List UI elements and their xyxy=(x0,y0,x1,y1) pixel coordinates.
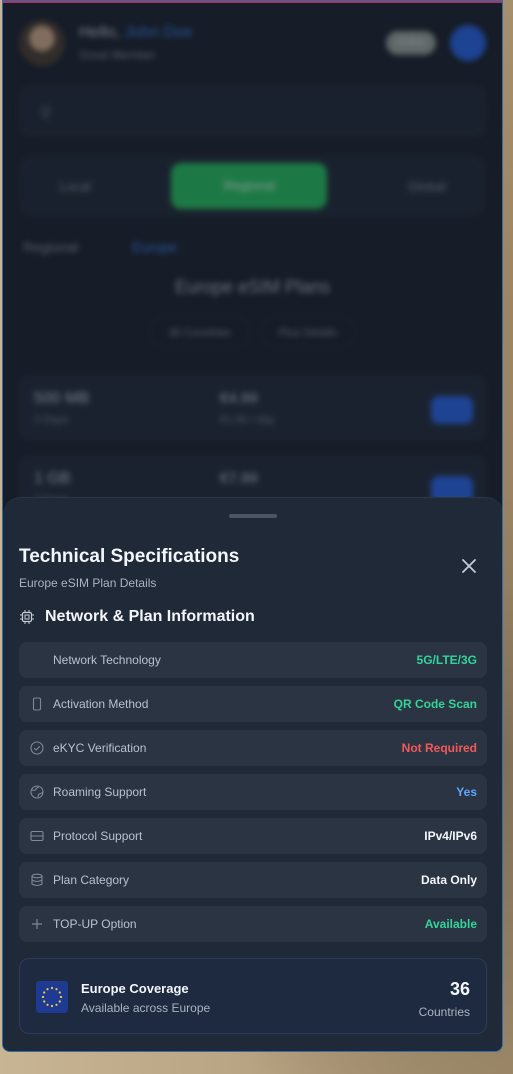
coverage-unit: Countries xyxy=(418,1005,470,1019)
app-window: Hello, John Doe Good Member Online ⚲ Loc… xyxy=(2,0,503,1052)
spec-label: Roaming Support xyxy=(53,785,147,799)
plan-days: 3 Days xyxy=(34,414,69,426)
plan-price: €7.99 xyxy=(220,470,258,487)
technical-specs-sheet: Technical Specifications Europe eSIM Pla… xyxy=(3,497,502,1051)
breadcrumb: Regional Europe xyxy=(23,239,177,255)
network-icon xyxy=(29,652,45,668)
tab-local[interactable]: Local xyxy=(59,179,90,194)
spec-value: Data Only xyxy=(420,873,477,887)
breadcrumb-current: Europe xyxy=(132,239,178,255)
close-button[interactable] xyxy=(457,554,481,578)
plan-data: 1 GB xyxy=(34,470,71,487)
notification-button[interactable] xyxy=(450,25,486,61)
status-pill: Online xyxy=(386,31,436,55)
spec-value: IPv4/IPv6 xyxy=(424,829,477,843)
spec-label: eKYC Verification xyxy=(53,741,147,755)
spec-row-roaming-support: Roaming Support Yes xyxy=(19,774,487,810)
coverage-card: Europe Coverage Available across Europe … xyxy=(19,958,487,1034)
plan-data: 500 MB xyxy=(34,390,90,407)
spec-label: Activation Method xyxy=(53,697,149,711)
spec-row-ekyc-verification: eKYC Verification Not Required xyxy=(19,730,487,766)
greeting: Hello, John Doe Good Member xyxy=(79,24,193,62)
chip-countries[interactable]: 36 Countries xyxy=(149,315,250,349)
coverage-subtitle: Available across Europe xyxy=(81,1001,211,1015)
spec-row-activation-method: Activation Method QR Code Scan xyxy=(19,686,487,722)
search-bar[interactable]: ⚲ xyxy=(19,85,486,137)
spec-value: Yes xyxy=(456,785,477,799)
coverage-count: 36 xyxy=(449,979,470,999)
tab-global[interactable]: Global xyxy=(408,179,446,194)
buy-button[interactable] xyxy=(431,396,473,424)
chip-icon xyxy=(20,610,34,624)
breadcrumb-parent[interactable]: Regional xyxy=(23,239,78,255)
server-icon xyxy=(29,828,45,844)
spec-label: Plan Category xyxy=(53,873,130,887)
member-status: Good Member xyxy=(79,48,156,62)
plan-price: €4.99 xyxy=(220,390,258,407)
section-title: Network & Plan Information xyxy=(45,608,255,625)
spec-row-protocol-support: Protocol Support IPv4/IPv6 xyxy=(19,818,487,854)
eu-flag-icon xyxy=(36,981,68,1013)
spec-row-plan-category: Plan Category Data Only xyxy=(19,862,487,898)
tab-regional[interactable]: Regional xyxy=(171,163,328,209)
globe-icon xyxy=(29,784,45,800)
plans-title: Europe eSIM Plans xyxy=(174,277,331,297)
database-icon xyxy=(29,872,45,888)
spec-value: QR Code Scan xyxy=(393,697,477,711)
plan-per-day: €1.66 / day xyxy=(220,414,275,426)
phone-icon xyxy=(29,696,45,712)
close-icon xyxy=(462,559,476,573)
drag-handle[interactable] xyxy=(229,514,277,518)
region-tabs: Local Regional Global xyxy=(19,155,486,217)
section-header: Network & Plan Information xyxy=(19,608,255,626)
spec-row-network-technology: Network Technology 5G/LTE/3G xyxy=(19,642,487,678)
plus-icon xyxy=(29,916,45,932)
spec-value: Not Required xyxy=(401,741,477,755)
sheet-subtitle: Europe eSIM Plan Details xyxy=(19,576,157,590)
check-circle-icon xyxy=(29,740,45,756)
greeting-prefix: Hello, xyxy=(79,24,120,41)
plan-card[interactable]: 500 MB 3 Days €4.99 €1.66 / day xyxy=(19,375,486,441)
chip-details[interactable]: Plus Details xyxy=(259,315,356,349)
spec-value: 5G/LTE/3G xyxy=(416,653,477,667)
spec-row-topup-option: TOP-UP Option Available xyxy=(19,906,487,942)
spec-list: Network Technology 5G/LTE/3G Activation … xyxy=(19,642,487,950)
coverage-title: Europe Coverage xyxy=(81,981,189,996)
spec-label: Network Technology xyxy=(53,653,161,667)
spec-label: TOP-UP Option xyxy=(53,917,137,931)
search-icon: ⚲ xyxy=(40,105,52,122)
avatar[interactable] xyxy=(19,20,65,66)
spec-value: Available xyxy=(424,917,477,931)
plan-chips: 36 Countries Plus Details xyxy=(3,315,502,349)
spec-label: Protocol Support xyxy=(53,829,143,843)
user-name: John Doe xyxy=(124,24,193,41)
sheet-title: Technical Specifications xyxy=(19,546,240,567)
header: Hello, John Doe Good Member Online xyxy=(19,15,486,71)
